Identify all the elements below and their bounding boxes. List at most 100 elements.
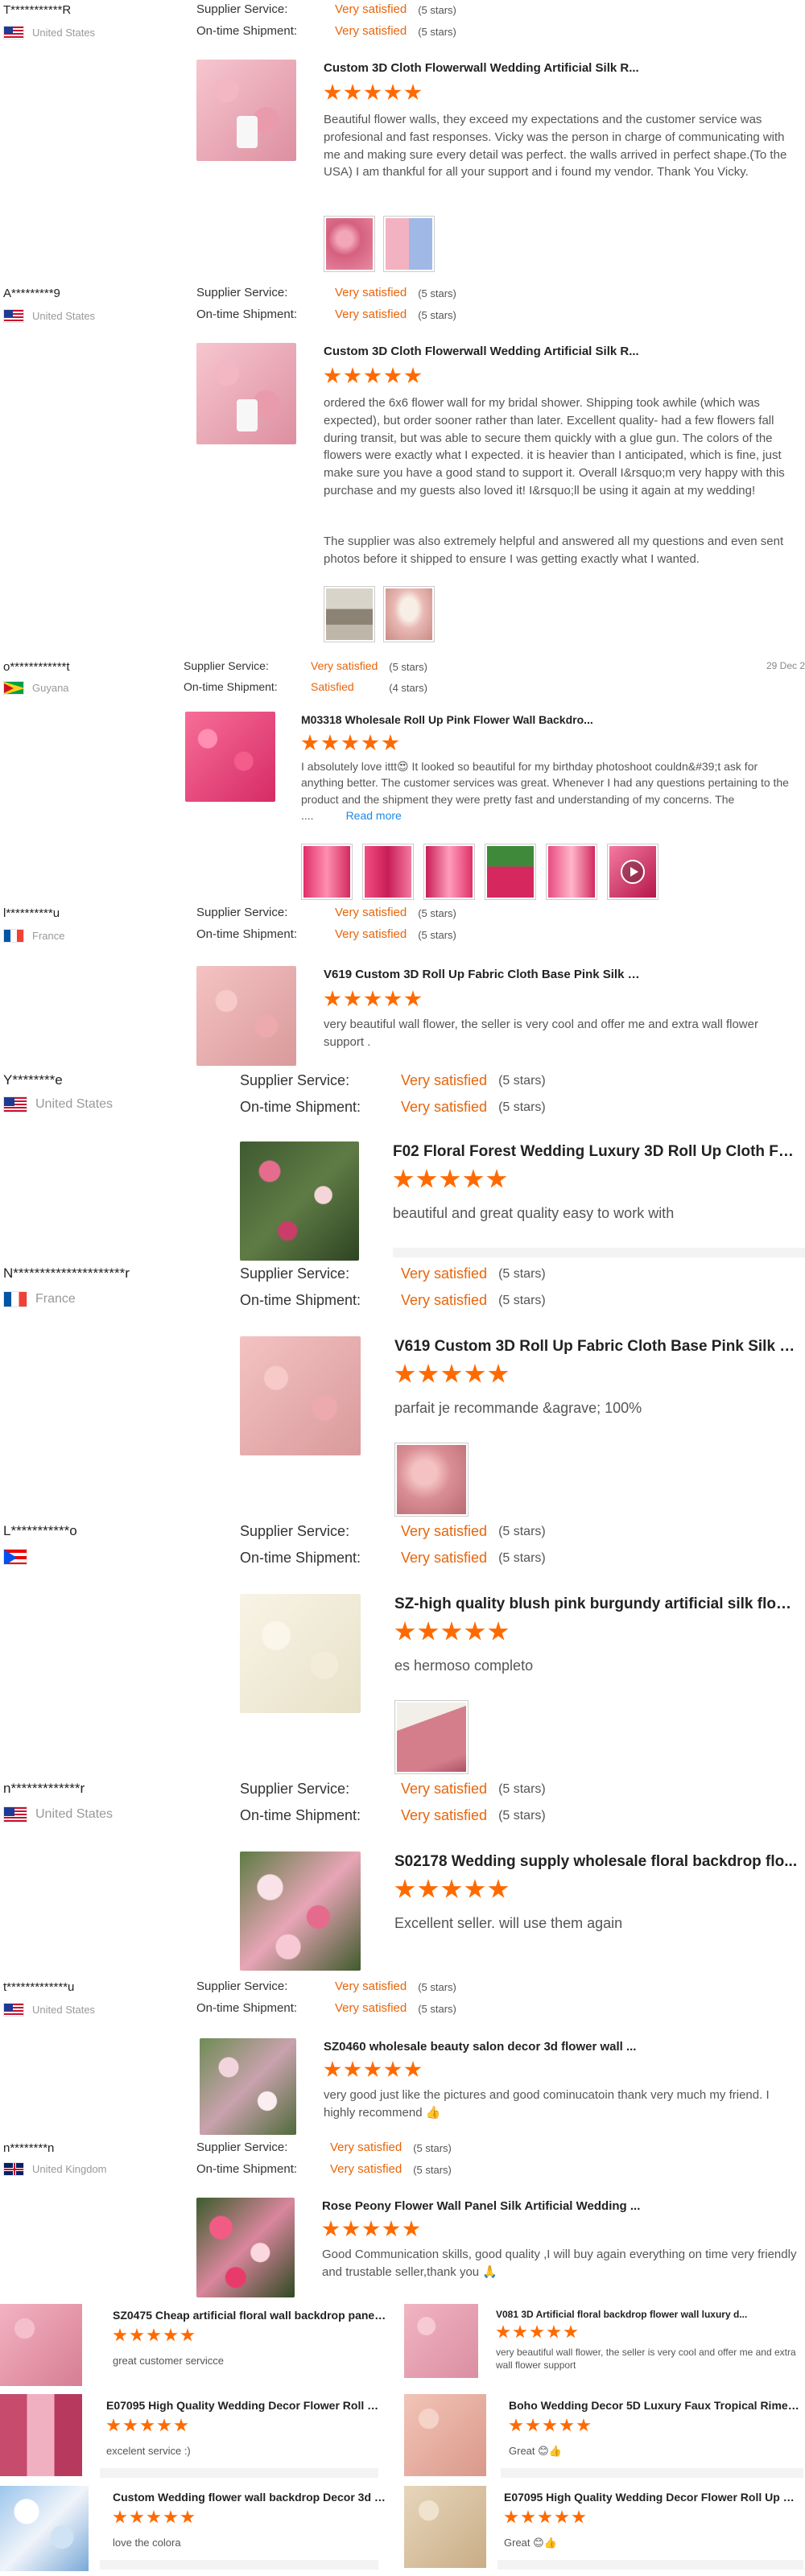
attachment-image[interactable] [383,216,435,272]
review-card[interactable]: Custom Wedding flower wall backdrop Deco… [0,2486,386,2571]
product-title[interactable]: V081 3D Artificial floral backdrop flowe… [496,2309,800,2320]
supplier-service-value: Very satisfied [335,906,407,919]
star-icon [130,2328,144,2342]
product-title[interactable]: SZ-high quality blush pink burgundy arti… [394,1596,799,1613]
ratings-summary: Supplier Service: Very satisfied (5 star… [240,1265,546,1309]
product-title[interactable]: F02 Floral Forest Wedding Luxury 3D Roll… [393,1143,799,1161]
ratings-summary: Supplier Service: Very satisfied (5 star… [196,2,456,38]
attachment-image[interactable] [324,216,375,272]
review-attachments [394,1443,469,1517]
country-name: United States [35,1807,114,1821]
star-icon [384,84,402,101]
ontime-shipment-value: Very satisfied [401,1807,488,1823]
star-icon [463,1169,484,1188]
attachment-image[interactable] [324,586,375,642]
product-title[interactable]: Custom 3D Cloth Flowerwall Wedding Artif… [324,345,646,358]
product-title[interactable]: V619 Custom 3D Roll Up Fabric Cloth Base… [394,1338,799,1356]
supplier-service-stars: (5 stars) [498,1525,546,1538]
product-thumbnail[interactable] [404,2486,486,2568]
attachment-image[interactable] [423,844,475,900]
attachment-image[interactable] [383,586,435,642]
reviewer-country: United States [3,2003,95,2017]
review-item: Y********e United States Supplier Servic… [0,1069,805,1262]
product-title[interactable]: V619 Custom 3D Roll Up Fabric Cloth Base… [324,968,646,981]
product-thumbnail[interactable] [0,2304,82,2386]
star-icon [418,1364,439,1383]
product-thumbnail[interactable] [0,2394,82,2476]
ontime-shipment-stars: (4 stars) [389,682,427,694]
supplier-service-stars: (5 stars) [418,907,456,919]
rating-stars [324,2061,422,2079]
ontime-shipment-label: On-time Shipment: [196,927,298,941]
attachment-image[interactable] [546,844,597,900]
play-icon [621,860,645,884]
product-thumbnail[interactable] [240,1594,361,1713]
review-card[interactable]: V081 3D Artificial floral backdrop flowe… [404,2304,803,2388]
attachment-image[interactable] [394,1700,469,1774]
ontime-shipment-stars: (5 stars) [413,2164,452,2176]
star-icon [547,2325,561,2339]
review-item: L***********o Supplier Service: Very sat… [0,1520,805,1777]
divider [501,2468,803,2478]
product-thumbnail[interactable] [196,60,296,161]
supplier-service-value: Very satisfied [330,2140,402,2154]
product-thumbnail[interactable] [240,1852,361,1971]
product-title[interactable]: S02178 Wedding supply wholesale floral b… [394,1853,799,1871]
product-thumbnail[interactable] [404,2304,478,2378]
product-title[interactable]: E07095 High Quality Wedding Decor Flower… [504,2491,800,2504]
star-icon [364,367,382,384]
star-icon [344,990,361,1007]
attachment-image[interactable] [394,1443,469,1517]
product-title[interactable]: M03318 Wholesale Roll Up Pink Flower Wal… [301,713,623,726]
reviewer-country: United States [3,26,95,39]
star-icon [382,2220,400,2237]
read-more-link[interactable]: Read more [346,809,402,822]
star-icon [174,2418,188,2432]
rating-stars [394,1621,509,1642]
product-thumbnail[interactable] [196,966,296,1066]
product-title[interactable]: Custom Wedding flower wall backdrop Deco… [113,2491,386,2504]
star-icon [404,84,422,101]
review-item: T***********R United States Supplier Ser… [0,0,805,272]
product-thumbnail[interactable] [0,2486,89,2571]
ontime-shipment-stars: (5 stars) [498,1100,546,1114]
product-title[interactable]: Custom 3D Cloth Flowerwall Wedding Artif… [324,61,646,75]
reviewer-name: l**********u [3,906,60,920]
review-card[interactable]: E07095 High Quality Wedding Decor Flower… [404,2486,803,2570]
product-thumbnail[interactable] [185,712,275,802]
attachment-image[interactable] [485,844,536,900]
flag-pr-icon [3,1549,27,1565]
ontime-shipment-stars: (5 stars) [418,2003,456,2015]
supplier-service-label: Supplier Service: [240,1523,350,1539]
ontime-shipment-value: Very satisfied [335,927,407,941]
star-icon [416,1169,437,1188]
review-text: excelent service :) [106,2445,191,2457]
product-thumbnail[interactable] [200,2038,296,2135]
product-title[interactable]: Rose Peony Flower Wall Panel Silk Artifi… [322,2199,644,2213]
star-icon [509,2418,523,2432]
divider [393,1248,805,1257]
reviewer-country: United States [3,1806,113,1823]
star-icon [504,2510,518,2524]
review-card[interactable]: SZ0475 Cheap artificial floral wall back… [0,2304,386,2388]
review-card[interactable]: Boho Wedding Decor 5D Luxury Faux Tropic… [404,2394,803,2478]
product-thumbnail[interactable] [240,1141,359,1261]
product-thumbnail[interactable] [196,343,296,444]
ontime-shipment-label: On-time Shipment: [196,2001,298,2015]
flag-us-icon [3,26,24,39]
ontime-shipment-stars: (5 stars) [498,1809,546,1823]
attachment-video[interactable] [607,844,658,900]
country-name: United States [32,310,96,322]
product-title[interactable]: SZ0475 Cheap artificial floral wall back… [113,2309,386,2322]
attachment-image[interactable] [362,844,414,900]
review-text: I absolutely love ittt😍 It looked so bea… [301,758,802,824]
product-title[interactable]: SZ0460 wholesale beauty salon decor 3d f… [324,2040,646,2054]
product-thumbnail[interactable] [196,2198,295,2297]
product-thumbnail[interactable] [404,2394,486,2476]
product-thumbnail[interactable] [240,1336,361,1455]
attachment-image[interactable] [301,844,353,900]
product-title[interactable]: Boho Wedding Decor 5D Luxury Faux Tropic… [509,2399,800,2412]
product-title[interactable]: E07095 High Quality Wedding Decor Flower… [106,2399,380,2412]
review-text: very beautiful wall flower, the seller i… [496,2347,796,2372]
review-card[interactable]: E07095 High Quality Wedding Decor Flower… [0,2394,380,2478]
